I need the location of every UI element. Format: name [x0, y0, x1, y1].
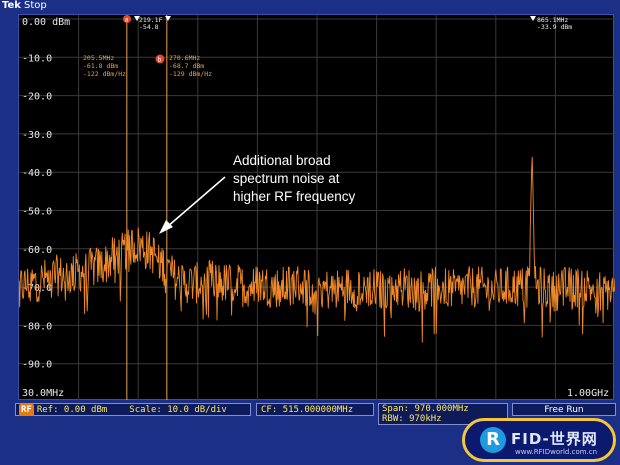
y-axis-labels: 0.00 dBm-10.0-20.0-30.0-40.0-50.0-60.0-7… — [22, 17, 70, 371]
marker-a-density: -122 dBm/Hz — [83, 70, 126, 78]
marker-a-badge-letter: a — [125, 16, 129, 24]
marker-a-freq: 205.5MHz — [83, 54, 114, 62]
span-setting: Span: 970.000MHz — [382, 404, 469, 414]
annotation-arrow-shaft — [166, 176, 226, 228]
y-tick-label: -80.0 — [22, 321, 52, 332]
ref-marker-level: -54.8 — [139, 23, 159, 31]
annotation-arrowhead — [159, 220, 173, 234]
y-tick-label: -60.0 — [22, 245, 52, 256]
watermark-url: www.RFIDworld.com.cn — [515, 448, 598, 456]
y-tick-label: -20.0 — [22, 92, 52, 103]
annotation-line-3: higher RF frequency — [233, 189, 356, 204]
annotation-line-2: spectrum noise at — [233, 171, 340, 186]
scale-setting: Scale: 10.0 dB/div — [129, 405, 227, 415]
markers-layer — [126, 15, 168, 401]
brand-logo: Tek — [2, 0, 21, 11]
y-tick-label: -30.0 — [22, 130, 52, 141]
x-end-label: 1.00GHz — [567, 388, 609, 399]
y-tick-label: -90.0 — [22, 360, 52, 371]
trigger-mode-button[interactable]: Free Run — [512, 403, 616, 416]
marker-b-badge-letter: b — [158, 56, 162, 64]
y-tick-label: -10.0 — [22, 53, 52, 64]
x-start-label: 30.0MHz — [22, 388, 64, 399]
annotation-line-1: Additional broad — [233, 153, 331, 168]
marker-b-density: -129 dBm/Hz — [169, 70, 212, 78]
marker-b-power: -68.7 dBm — [169, 62, 204, 70]
rf-badge: RF — [19, 404, 34, 416]
watermark-r-icon: R — [480, 427, 506, 453]
y-tick-label: -40.0 — [22, 168, 52, 179]
watermark-name: FID-世界网 — [511, 430, 598, 448]
watermark-logo: R FID-世界网 www.RFIDworld.com.cn — [462, 418, 616, 462]
right-marker-level: -33.9 dBm — [537, 23, 572, 31]
ref-level: Ref: 0.00 dBm — [36, 405, 108, 415]
y-tick-label: 0.00 dBm — [22, 17, 70, 28]
marker-a-power: -61.8 dBm — [83, 62, 118, 70]
ref-scale-readout[interactable]: RF Ref: 0.00 dBm Scale: 10.0 dB/div — [15, 403, 251, 416]
run-state-label: Stop — [24, 0, 47, 11]
y-tick-label: -50.0 — [22, 207, 52, 218]
marker-readouts: 219.1F -54.8 865.1MHz -33.9 dBm 205.5MHz… — [83, 15, 572, 78]
spectrum-display[interactable]: 0.00 dBm -10.0 -20.0 -30.0 -40.0 -50.0 -60.0 -7… — [18, 14, 615, 401]
marker-b-freq: 270.6MHz — [169, 54, 200, 62]
center-frequency-readout[interactable]: CF: 515.000000MHz — [256, 403, 374, 416]
spectrum-plot: 0.00 dBm-10.0-20.0-30.0-40.0-50.0-60.0-7… — [19, 15, 615, 401]
title-bar: Tek Stop — [0, 0, 620, 14]
